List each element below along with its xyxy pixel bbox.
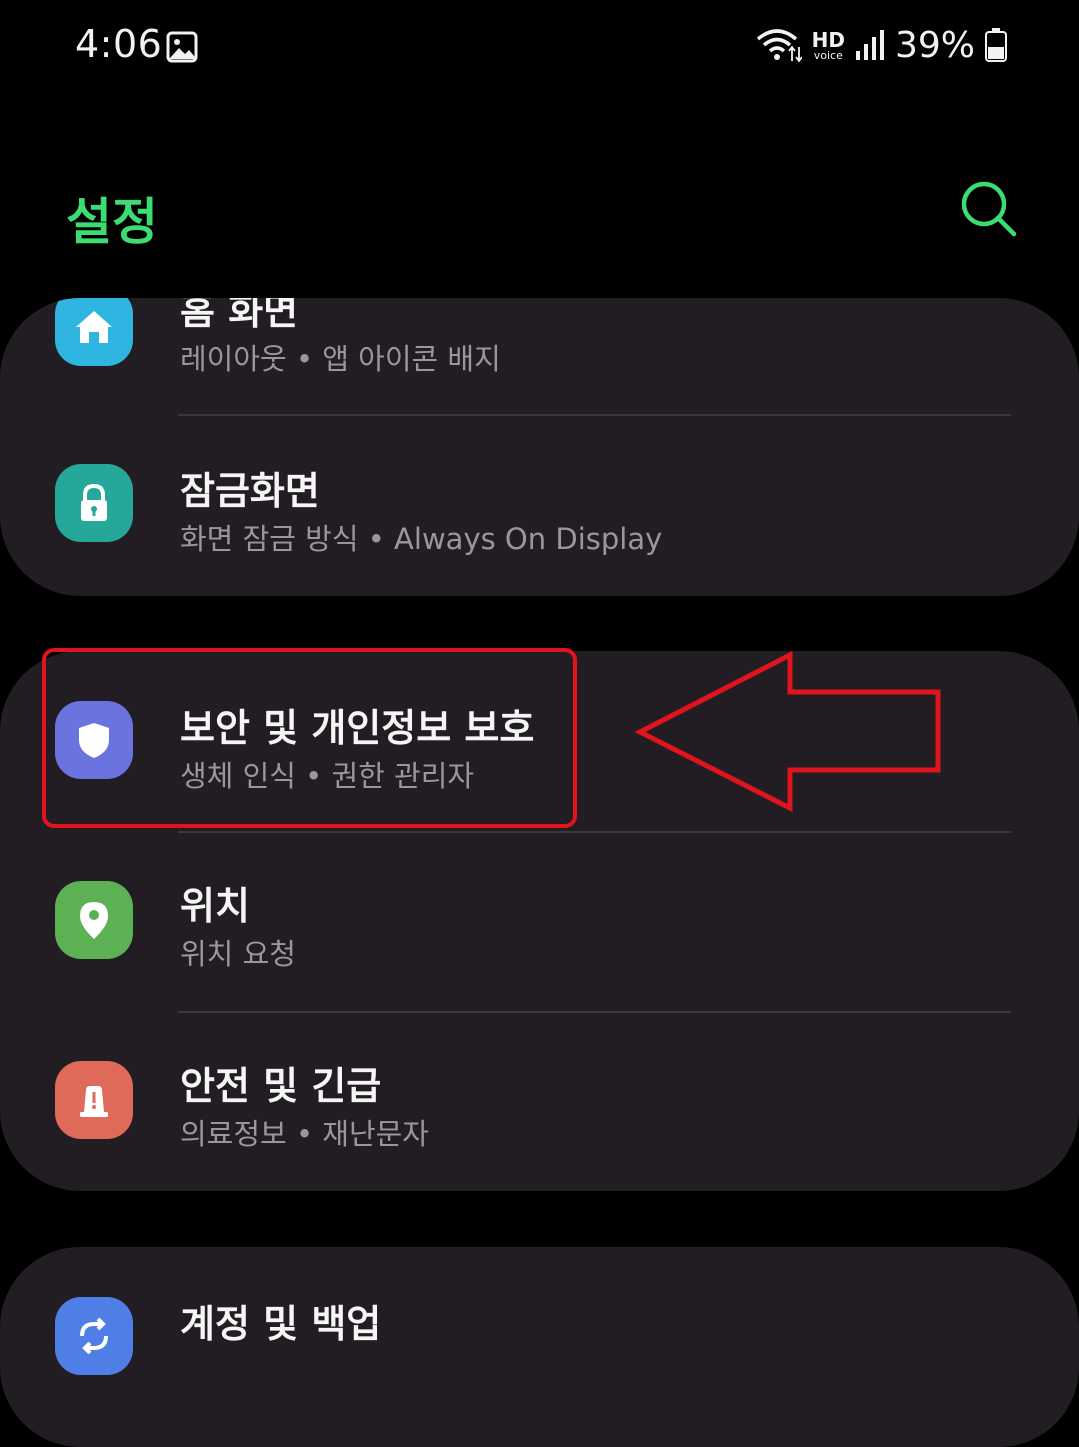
settings-item-title: 안전 및 긴급 <box>180 1064 382 1108</box>
divider <box>178 414 1011 416</box>
status-icons: HD voice 39% <box>756 24 1007 66</box>
settings-item-lock-screen[interactable]: 잠금화면 화면 잠금 방식 • Always On Display <box>0 418 1079 596</box>
hd-voice-icon: HD voice <box>812 30 845 61</box>
battery-percent: 39% <box>894 24 975 66</box>
sync-icon <box>55 1297 133 1375</box>
status-bar: 4:06 HD voice 39% <box>0 0 1079 92</box>
pointer-arrow-icon <box>634 650 941 813</box>
settings-item-location[interactable]: 위치 위치 요청 <box>0 833 1079 1011</box>
home-icon <box>55 298 133 366</box>
highlight-box <box>42 648 577 828</box>
settings-item-safety-emergency[interactable]: 안전 및 긴급 의료정보 • 재난문자 <box>0 1013 1079 1191</box>
settings-card-display: 홈 화면 레이아웃 • 앱 아이콘 배지 잠금화면 화면 잠금 방식 • Alw… <box>0 298 1079 596</box>
settings-item-accounts-backup[interactable]: 계정 및 백업 <box>0 1247 1079 1427</box>
settings-item-subtitle: 위치 요청 <box>180 937 296 971</box>
settings-item-subtitle: 화면 잠금 방식 • Always On Display <box>180 522 663 556</box>
lock-icon <box>55 464 133 542</box>
settings-item-subtitle: 의료정보 • 재난문자 <box>180 1117 429 1151</box>
header: 설정 <box>0 150 1079 270</box>
settings-item-title: 계정 및 백업 <box>180 1302 382 1346</box>
status-time: 4:06 <box>75 22 163 66</box>
search-icon[interactable] <box>958 178 1020 240</box>
settings-item-title: 위치 <box>180 884 250 928</box>
gallery-icon <box>166 31 198 63</box>
settings-item-title: 잠금화면 <box>180 469 320 513</box>
hd-label: HD <box>811 27 845 52</box>
wifi-icon <box>756 29 802 63</box>
location-pin-icon <box>55 881 133 959</box>
settings-card-accounts: 계정 및 백업 <box>0 1247 1079 1447</box>
settings-item-subtitle: 레이아웃 • 앱 아이콘 배지 <box>180 342 501 376</box>
emergency-icon <box>55 1061 133 1139</box>
page-title: 설정 <box>66 193 158 251</box>
battery-icon <box>985 28 1007 62</box>
settings-item-home-screen[interactable]: 홈 화면 레이아웃 • 앱 아이콘 배지 <box>0 298 1079 418</box>
signal-icon <box>855 30 884 60</box>
settings-item-title: 홈 화면 <box>180 298 299 333</box>
voice-label: voice <box>813 48 843 62</box>
